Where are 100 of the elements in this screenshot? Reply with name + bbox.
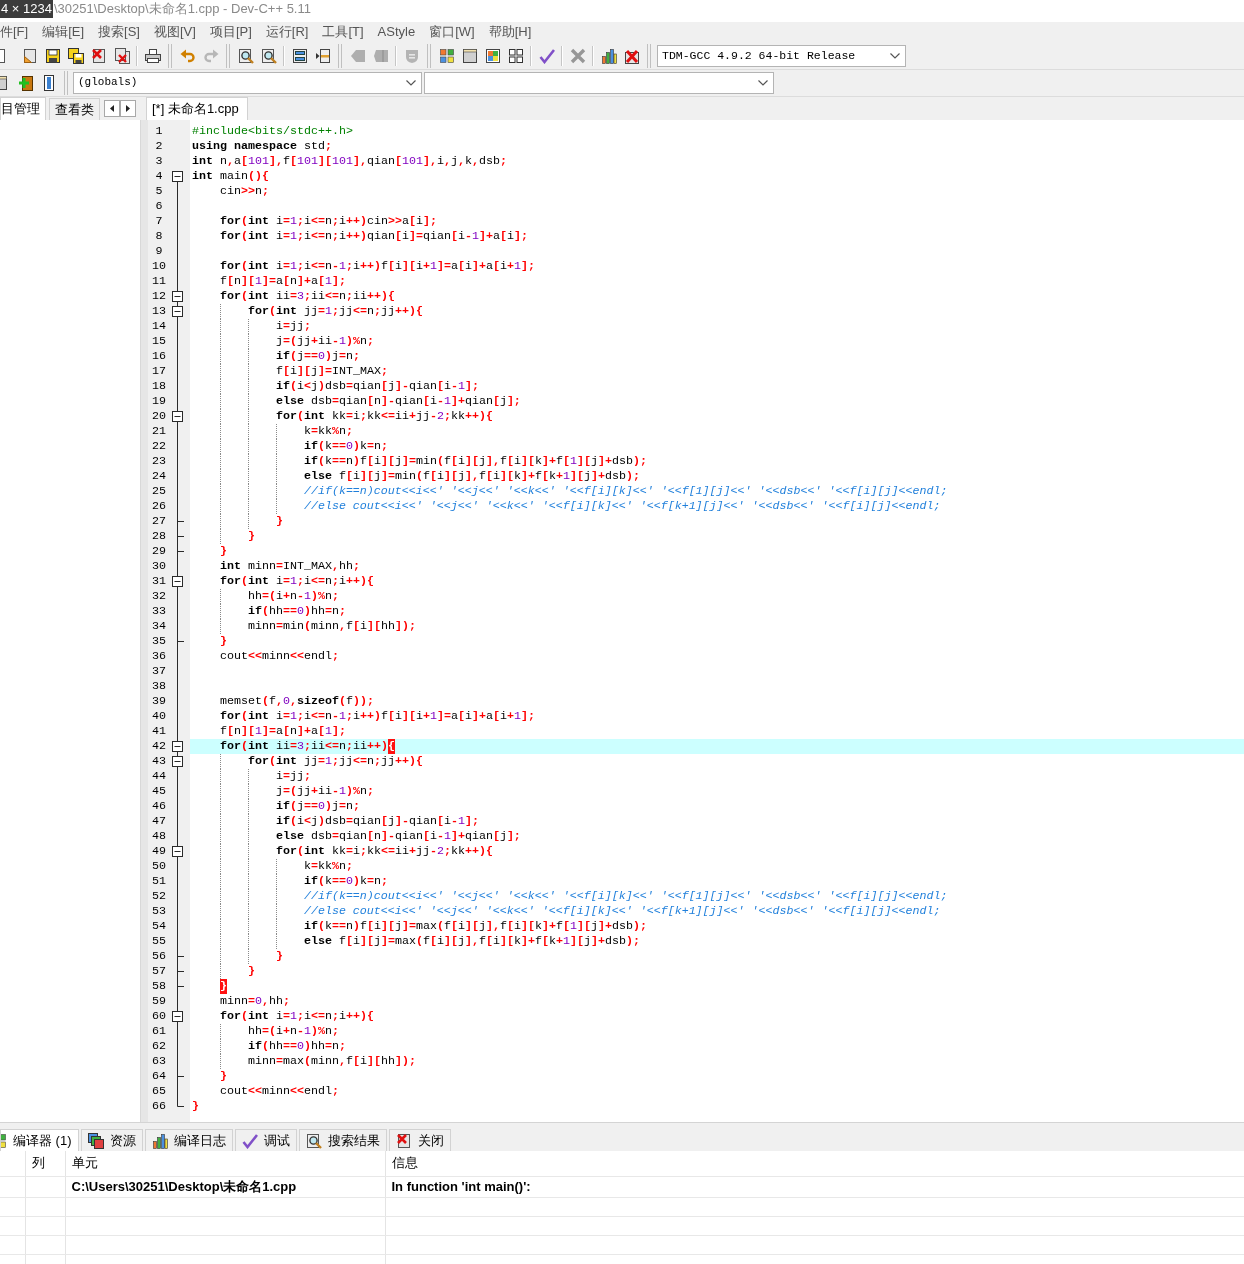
line-number: 65: [152, 1084, 166, 1098]
folded-page-icon[interactable]: [21, 47, 38, 64]
outline-grid-icon[interactable]: [507, 47, 524, 64]
menu-item[interactable]: 窗口[W]: [422, 22, 482, 42]
color-grid-icon[interactable]: [438, 47, 455, 64]
line-number: 15: [152, 334, 166, 348]
menu-item[interactable]: 编辑[E]: [35, 22, 92, 42]
menu-item[interactable]: 项目[P]: [202, 22, 259, 42]
line-number: 61: [152, 1024, 166, 1038]
line-number: 27: [152, 514, 166, 528]
page-magnifier-icon[interactable]: [237, 47, 254, 64]
code-line: int main(){: [192, 169, 269, 184]
line-number: 38: [152, 679, 166, 693]
code-line: cout<<minn<<endl;: [219, 649, 339, 664]
panel-tab[interactable]: 查看类: [49, 98, 100, 120]
scroll-right-button[interactable]: [120, 100, 136, 117]
line-number: 4: [155, 169, 163, 183]
code-line: for(int i=1;i<=n-1;i++)f[i][i+1]=a[i]+a[i+1];: [219, 259, 535, 274]
panel-tab[interactable]: 关闭: [388, 1129, 451, 1151]
panel-tab[interactable]: 目管理: [0, 97, 46, 120]
chart-x-icon[interactable]: [623, 47, 640, 64]
page-magnifier-icon[interactable]: [260, 47, 277, 64]
window-title: \30251\Desktop\未命名1.cpp - Dev-C++ 5.11: [52, 0, 311, 18]
stacked-bars-icon[interactable]: [291, 47, 308, 64]
panel-tab[interactable]: 资源: [80, 1129, 143, 1151]
collapse-icon[interactable]: [172, 756, 183, 767]
bar-arrow-icon[interactable]: [314, 47, 331, 64]
code-line: using namespace std;: [192, 139, 332, 154]
line-number: 66: [152, 1099, 166, 1113]
line-number: 46: [152, 799, 166, 813]
code-line: else dsb=qian[n]-qian[i-1]+qian[j];: [275, 394, 521, 409]
capture-size-label: 4 × 1234: [0, 0, 53, 18]
page-x-icon[interactable]: [90, 47, 107, 64]
line-number: 3: [155, 154, 163, 168]
panel-tab[interactable]: 编译日志: [144, 1129, 233, 1151]
line-number: 63: [152, 1054, 166, 1068]
class-select[interactable]: (globals): [73, 72, 422, 94]
line-number: 28: [152, 529, 166, 543]
collapse-icon[interactable]: [172, 171, 183, 182]
collapse-icon[interactable]: [172, 741, 183, 752]
code-line: for(int kk=i;kk<=ii+jj-2;kk++){: [275, 844, 493, 859]
code-line: }: [275, 514, 283, 529]
panel-tab[interactable]: 搜索结果: [298, 1129, 387, 1151]
window-icon[interactable]: [461, 47, 478, 64]
code-line: if(hh==0)hh=n;: [247, 604, 346, 619]
line-number: 6: [155, 199, 163, 213]
menu-item[interactable]: 视图[V]: [147, 22, 203, 42]
window-icon[interactable]: [0, 75, 8, 91]
file-tab[interactable]: [*] 未命名1.cpp: [146, 97, 248, 120]
line-number: 39: [152, 694, 166, 708]
panel-tab[interactable]: 调试: [234, 1129, 297, 1151]
code-line: for(int i=1;i<=n-1;i++)f[i][i+1]=a[i]+a[i+1];: [219, 709, 535, 724]
panel-tab[interactable]: 编译器 (1): [0, 1129, 79, 1151]
menu-item[interactable]: 搜索[S]: [91, 22, 147, 42]
collapse-icon[interactable]: [172, 1011, 183, 1022]
scroll-left-button[interactable]: [104, 100, 120, 117]
line-number: 37: [152, 664, 166, 678]
line-number: 22: [152, 439, 166, 453]
menu-item[interactable]: 运行[R]: [258, 22, 316, 42]
compiler-select[interactable]: TDM-GCC 4.9.2 64-bit Release: [657, 44, 906, 67]
check-icon[interactable]: [538, 47, 555, 64]
pages-x-icon[interactable]: [113, 47, 130, 64]
plus-book-icon[interactable]: [17, 75, 34, 91]
printer-icon[interactable]: [144, 47, 161, 64]
bar-chart-icon[interactable]: [600, 47, 617, 64]
line-number: 52: [152, 889, 166, 903]
menu-item[interactable]: AStyle: [370, 22, 423, 42]
line-number: 20: [152, 409, 166, 423]
menu-item[interactable]: 件[F]: [0, 22, 36, 42]
collapse-icon[interactable]: [172, 411, 183, 422]
line-number: 25: [152, 484, 166, 498]
collapse-icon[interactable]: [172, 846, 183, 857]
line-number: 54: [152, 919, 166, 933]
code-line: for(int i=1;i<=n;i++){: [219, 574, 374, 589]
line-number: 64: [152, 1069, 166, 1083]
line-number: 26: [152, 499, 166, 513]
column-header[interactable]: 信息: [391, 1155, 418, 1171]
floppy-disks-icon[interactable]: [67, 47, 84, 64]
collapse-icon[interactable]: [172, 291, 183, 302]
line-number: 14: [152, 319, 166, 333]
line-number: 2: [155, 139, 163, 153]
framed-grid-icon[interactable]: [484, 47, 501, 64]
line-number: 48: [152, 829, 166, 843]
page-icon[interactable]: [0, 47, 7, 64]
menu-item[interactable]: 工具[T]: [315, 22, 371, 42]
table-cell: In function 'int main()':: [391, 1178, 531, 1194]
column-header[interactable]: 单元: [71, 1155, 98, 1171]
line-number: 59: [152, 994, 166, 1008]
collapse-icon[interactable]: [172, 306, 183, 317]
collapse-icon[interactable]: [172, 576, 183, 587]
menu-item[interactable]: 帮助[H]: [481, 22, 539, 42]
column-header[interactable]: 列: [31, 1155, 45, 1171]
line-number: 5: [155, 184, 163, 198]
line-number: 49: [152, 844, 166, 858]
code-line: int n,a[101],f[101][101],qian[101],i,j,k,dsb;: [192, 154, 507, 169]
code-line: if(j==0)j=n;: [275, 799, 360, 814]
code-line: k=kk%n;: [303, 424, 353, 439]
undo-icon[interactable]: [179, 47, 196, 64]
line-number: 33: [152, 604, 166, 618]
code-line: minn=max(minn,f[i][hh]);: [247, 1054, 416, 1069]
